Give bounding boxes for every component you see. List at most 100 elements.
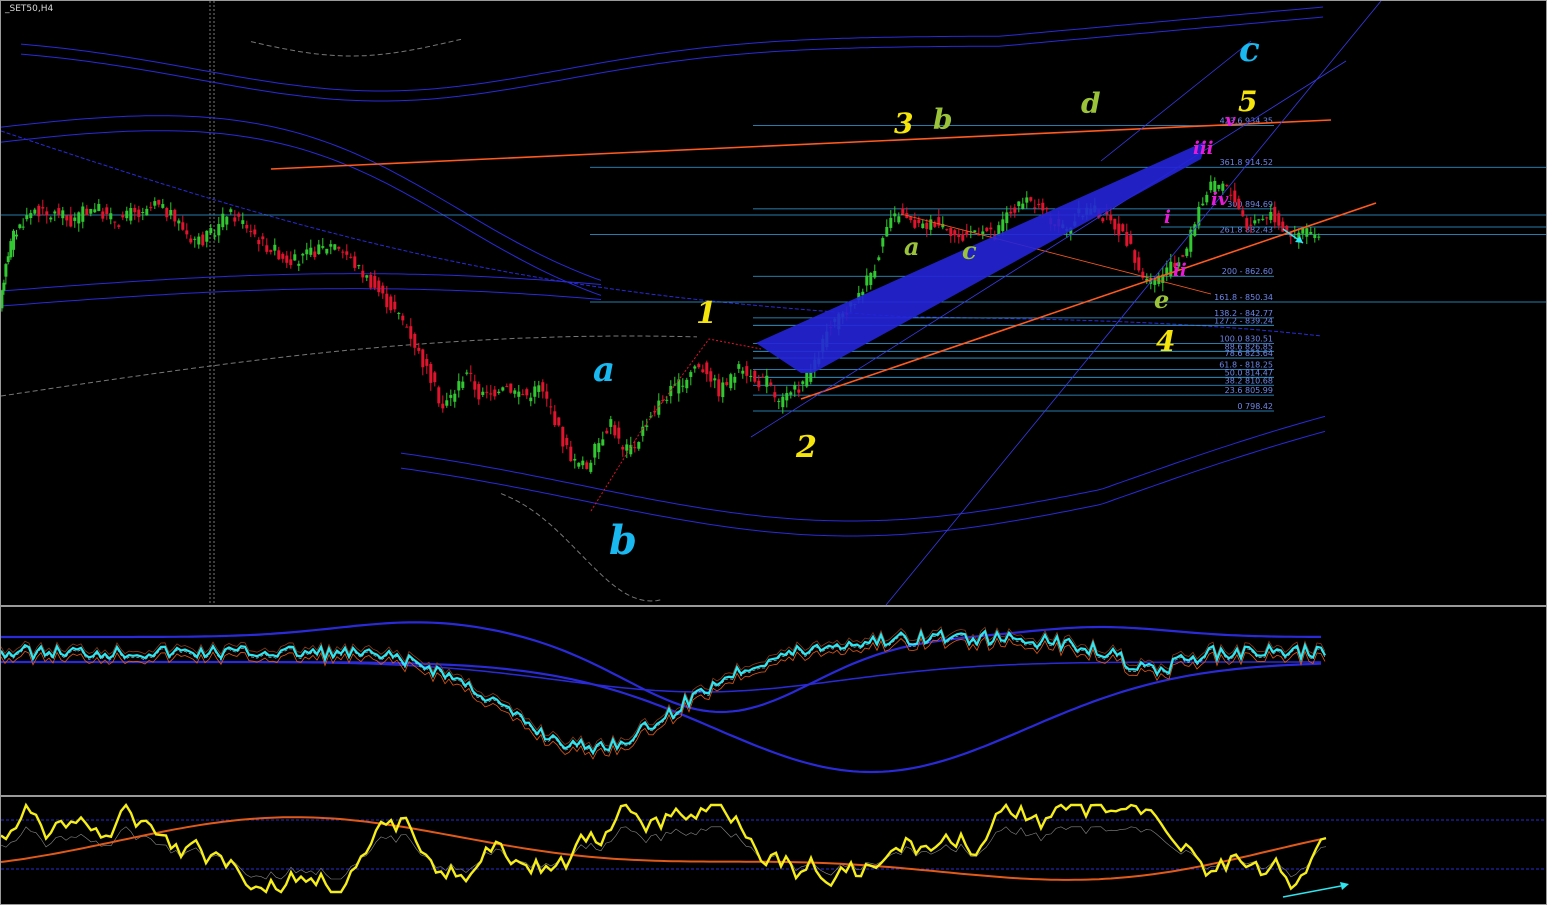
- candle-body: [1113, 218, 1117, 230]
- candle-body: [49, 217, 53, 220]
- candle-body: [1041, 202, 1045, 211]
- candle-body: [929, 219, 933, 230]
- envelope-band: [1, 288, 602, 307]
- wave-label: a: [593, 350, 615, 390]
- candle-body: [233, 217, 237, 222]
- candle-body: [1021, 203, 1025, 209]
- candle-body: [261, 236, 265, 240]
- candle-body: [2, 282, 6, 291]
- candle-body: [273, 244, 277, 251]
- candle-body: [4, 264, 8, 277]
- candle-body: [133, 207, 137, 213]
- candle-body: [1265, 217, 1269, 219]
- candle-body: [717, 379, 721, 397]
- candle-body: [633, 447, 637, 449]
- candle-body: [65, 215, 69, 221]
- candle-body: [397, 312, 401, 314]
- candle-body: [665, 399, 669, 401]
- candle-body: [1013, 207, 1017, 213]
- candle-body: [589, 462, 593, 472]
- candle-body: [805, 372, 809, 387]
- candle-body: [137, 209, 141, 217]
- candle-body: [9, 241, 13, 258]
- candle-body: [917, 219, 921, 224]
- candle-body: [789, 392, 793, 395]
- candle-body: [73, 217, 77, 221]
- candle-body: [185, 230, 189, 235]
- candle-body: [33, 209, 37, 214]
- candle-body: [1317, 236, 1321, 238]
- candle-body: [125, 210, 129, 219]
- candle-body: [945, 229, 949, 231]
- candle-body: [565, 438, 569, 446]
- candle-body: [1313, 234, 1317, 238]
- candle-body: [553, 411, 557, 426]
- dashed-curve: [250, 38, 462, 57]
- channel-line: [885, 1, 1382, 605]
- candle-body: [337, 246, 341, 249]
- candle-body: [97, 203, 101, 211]
- candle-body: [1121, 224, 1125, 232]
- candle-body: [385, 293, 389, 308]
- indicator-pane-1[interactable]: [0, 606, 1547, 796]
- wave-label: i: [1164, 207, 1171, 228]
- candle-body: [153, 201, 157, 206]
- wave-label: 3: [894, 107, 913, 140]
- arrow-head: [1340, 882, 1349, 890]
- candle-body: [489, 393, 493, 395]
- candle-body: [45, 211, 49, 216]
- candle-body: [609, 419, 613, 427]
- candle-body: [437, 387, 441, 404]
- candle-body: [1, 290, 4, 309]
- indicator-pane-2[interactable]: [0, 796, 1547, 905]
- main-price-pane[interactable]: _SET50,H4 423.6 934.35 361.8 914.52 300 89…: [0, 0, 1547, 606]
- candle-body: [985, 227, 989, 232]
- candle-body: [897, 216, 901, 223]
- candle-body: [441, 403, 445, 409]
- candle-body: [177, 220, 181, 224]
- wave-label: 4: [1156, 325, 1175, 358]
- candle-body: [321, 246, 325, 248]
- candle-body: [501, 387, 505, 391]
- candle-body: [229, 209, 233, 212]
- candle-body: [169, 209, 173, 216]
- candle-body: [1249, 224, 1253, 226]
- candle-body: [581, 460, 585, 466]
- fib-label: 78.6 823.64: [1225, 349, 1273, 358]
- chart-window: _SET50,H4 423.6 934.35 361.8 914.52 300 89…: [0, 0, 1547, 905]
- price-chart-svg: 423.6 934.35361.8 914.52300 894.69261.8 …: [1, 1, 1546, 605]
- candle-body: [1117, 223, 1121, 236]
- candle-body: [61, 210, 65, 219]
- candle-body: [921, 223, 925, 229]
- candle-body: [461, 381, 465, 388]
- candle-body: [157, 199, 161, 205]
- candle-body: [625, 444, 629, 451]
- candle-body: [309, 247, 313, 255]
- candle-body: [901, 208, 905, 214]
- candle-body: [761, 376, 765, 378]
- candle-body: [585, 462, 589, 469]
- candle-body: [953, 230, 957, 236]
- candle-body: [965, 231, 969, 236]
- candle-body: [349, 256, 353, 258]
- candle-body: [129, 208, 133, 221]
- wave-label: iii: [1193, 138, 1214, 159]
- envelope-band: [400, 430, 1326, 537]
- candle-body: [217, 224, 221, 236]
- candle-body: [525, 389, 529, 396]
- candle-body: [753, 370, 757, 382]
- candle-body: [1137, 257, 1141, 271]
- candle-body: [281, 253, 285, 259]
- candle-body: [201, 234, 205, 246]
- candle-body: [545, 391, 549, 399]
- indicator2-svg: [1, 802, 1546, 898]
- band-upper: [1, 621, 1321, 714]
- candle-body: [541, 382, 545, 392]
- candle-body: [241, 220, 245, 224]
- candle-body: [113, 221, 117, 223]
- candle-body: [429, 363, 433, 383]
- candle-body: [1273, 206, 1277, 223]
- candle-body: [381, 285, 385, 294]
- indicator1-svg: [1, 621, 1326, 774]
- candle-body: [1101, 218, 1105, 222]
